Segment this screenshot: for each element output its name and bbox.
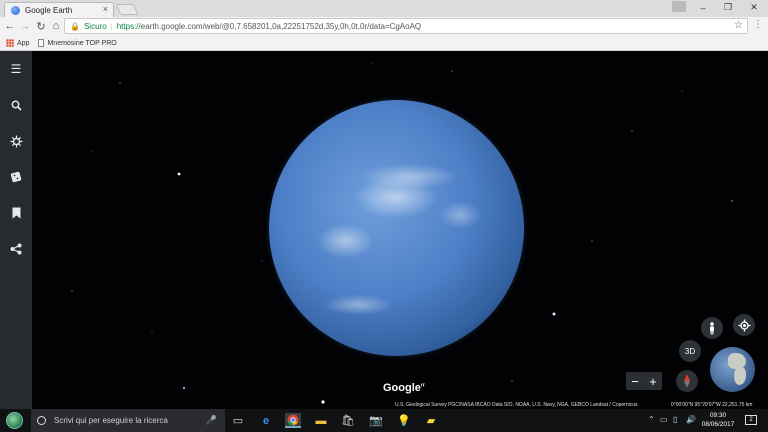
bookmark-label: Mnemosine TOP PRO [47,39,117,47]
zoom-out-button[interactable]: − [626,372,644,390]
edge-browser-icon[interactable]: e [258,413,274,428]
lock-icon: 🔒 [70,21,80,31]
share-icon[interactable] [0,240,32,258]
battery-icon[interactable]: ▯ [673,415,677,424]
url-protocol: https:// [116,21,141,31]
my-location-icon[interactable] [733,314,755,336]
browser-tab-strip: Google Earth × – ❐ ✕ [0,0,768,17]
mini-map-land [734,367,746,385]
tray-chevron-icon[interactable]: ⌃ [648,415,655,424]
close-window-button[interactable]: ✕ [742,0,766,15]
cortana-icon [37,416,46,425]
search-icon[interactable] [0,96,32,114]
tab-title: Google Earth [25,5,73,15]
3d-toggle-button[interactable]: 3D [679,340,701,362]
camera-icon[interactable]: 📷 [368,413,384,428]
pegman-street-view-icon[interactable] [701,317,723,339]
search-placeholder: Scrivi qui per eseguire la ricerca [54,416,168,425]
earth-sidebar: ☰ [0,51,32,409]
bookmark-label: App [17,39,30,47]
forward-arrow-icon[interactable]: → [18,19,32,33]
start-button-icon[interactable] [6,412,23,429]
tab-google-earth[interactable]: Google Earth × [4,2,114,17]
compass-icon[interactable] [676,370,698,392]
coordinates-readout: 0°00'00"N 95°29'07"W 22,251.75 km [671,402,753,408]
data-attribution[interactable]: U.S. Geological Survey PGC/NASA IBCAO Da… [395,402,638,408]
google-logo: Googlerr [383,382,425,394]
maximize-button[interactable]: ❐ [716,0,740,15]
tab-close-icon[interactable]: × [103,4,108,14]
back-arrow-icon[interactable]: ← [3,19,17,33]
bookmark-mnemosine[interactable]: Mnemosine TOP PRO [38,39,117,47]
address-bar[interactable]: 🔒 Sicuro | https:// earth.google.com/web… [64,18,748,34]
security-label: Sicuro [83,21,107,31]
browser-toolbar: ← → ↻ ⌂ 🔒 Sicuro | https:// earth.google… [0,17,768,36]
volume-icon[interactable]: 🔊 [686,415,696,424]
home-icon[interactable]: ⌂ [49,19,63,33]
task-view-icon[interactable]: ▭ [230,413,246,428]
taskbar-clock[interactable]: 09:30 08/06/2017 [697,411,739,429]
microphone-icon[interactable]: 🎤 [206,415,217,426]
page-icon [38,39,45,47]
voyager-icon[interactable] [0,132,32,150]
chrome-icon[interactable] [285,413,301,428]
url-text: earth.google.com/web/@0,7.658201,0a,2225… [140,21,422,31]
my-places-bookmark-icon[interactable] [0,204,32,222]
omnibox-divider: | [110,21,113,31]
chrome-menu-icon[interactable]: ⋮ [753,19,763,30]
clock-time: 09:30 [709,412,727,419]
reload-icon[interactable]: ↻ [34,19,48,33]
feeling-lucky-dice-icon[interactable] [0,168,32,186]
profile-icon[interactable] [672,1,686,12]
new-tab-button[interactable] [115,4,139,15]
network-icon[interactable]: ▭ [660,415,668,424]
minimize-button[interactable]: – [691,0,715,15]
earth-viewport[interactable]: ☰ Googlerr U.S. Geological Survey PGC/NA… [0,51,768,409]
google-earth-favicon-icon [11,5,20,15]
earth-globe[interactable] [269,100,524,356]
bookmark-apps[interactable]: App [6,39,29,47]
mini-map-globe[interactable] [710,347,755,392]
clock-date: 08/06/2017 [701,421,735,428]
bookmark-star-icon[interactable]: ☆ [734,20,743,31]
sticky-notes-icon[interactable]: ▰ [423,413,439,428]
apps-grid-icon [6,39,14,47]
windows-taskbar: Scrivi qui per eseguire la ricerca 🎤 ▭ e… [0,409,768,432]
action-center-icon[interactable]: 2 [745,415,757,425]
zoom-in-button[interactable]: + [644,372,662,390]
store-icon[interactable]: 🛍 [340,413,356,428]
bookmarks-bar: App Mnemosine TOP PRO [0,36,768,51]
zoom-control: − + [626,372,662,390]
file-explorer-icon[interactable]: ▬ [313,413,329,428]
tips-lightbulb-icon[interactable]: 💡 [396,413,412,428]
taskbar-search[interactable]: Scrivi qui per eseguire la ricerca 🎤 [31,409,225,432]
menu-icon[interactable]: ☰ [0,60,32,78]
